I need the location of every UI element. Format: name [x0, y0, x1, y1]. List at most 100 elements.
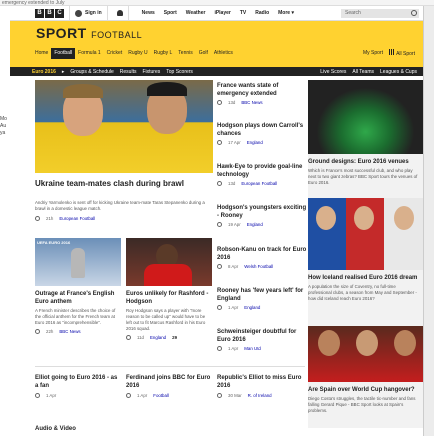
story-tag[interactable]: Welsh Football [244, 264, 273, 269]
lead-story-summary: Andriy Yarmolenko is sent off for kickin… [35, 200, 205, 211]
story-meta: 1 Apr Man Utd [217, 346, 307, 351]
story-title: France wants state of emergency extended [217, 83, 279, 97]
sport-nav-rugby-league[interactable]: Rugby L [151, 48, 176, 59]
global-nav-items: News Sport Weather iPlayer TV Radio More… [142, 10, 294, 16]
story-image-anthem[interactable]: UEFA EURO 2016 [35, 238, 121, 286]
story-image-iceland[interactable] [308, 198, 423, 270]
bbc-sport-page: B B C Sign in News Sport Weather iPlayer… [10, 6, 423, 436]
search-icon[interactable] [411, 9, 417, 16]
story-tag[interactable]: BBC News [241, 100, 262, 105]
section-euro-2016[interactable]: Euro 2016 [32, 69, 56, 75]
story-tag[interactable]: Football [153, 393, 169, 398]
sport-nav-cricket[interactable]: Cricket [104, 48, 126, 59]
story-tag[interactable]: European Football [59, 216, 95, 221]
lead-story-image[interactable] [35, 80, 213, 173]
sport-nav-home[interactable]: Home [32, 48, 51, 59]
sport-nav-athletics[interactable]: Athletics [211, 48, 236, 59]
clock-icon [217, 100, 222, 105]
nav-sport[interactable]: Sport [164, 10, 177, 16]
nav-weather[interactable]: Weather [186, 10, 206, 16]
live-scores-link[interactable]: Live Scores [320, 69, 346, 75]
story-tag[interactable]: BBC News [59, 329, 80, 334]
clock-icon [217, 305, 222, 310]
sport-header-right: My Sport All Sport [363, 49, 415, 57]
scrollbar[interactable] [423, 6, 434, 436]
sport-title-main: SPORT [36, 25, 87, 41]
sport-title-sub: FOOTBALL [91, 30, 143, 40]
comment-count[interactable]: 29 [172, 335, 177, 340]
nav-iplayer[interactable]: iPlayer [214, 10, 230, 16]
background-left-fragment: Mo Au ya [0, 116, 10, 137]
list-item[interactable]: Euros unlikely for Rashford - Hodgson Ro… [126, 290, 212, 340]
story-title: Hodgson plays down Carroll's chances [217, 123, 304, 137]
nav-tv[interactable]: TV [240, 10, 246, 16]
story-meta: 1 Apr Football [126, 393, 212, 398]
list-item[interactable]: France wants state of emergency extended… [217, 82, 307, 105]
sport-nav-golf[interactable]: Golf [196, 48, 211, 59]
list-item[interactable]: Hodgson plays down Carroll's chances 17 … [217, 122, 307, 145]
story-tag[interactable]: England [244, 305, 260, 310]
story-title: Hodgson's youngsters exciting - Rooney [217, 205, 307, 219]
story-tag[interactable]: England [150, 335, 166, 340]
bbc-logo[interactable]: B B C [35, 8, 64, 18]
list-item[interactable]: Schweinsteiger doubtful for Euro 2016 1 … [217, 328, 307, 351]
search-input[interactable]: Search [341, 8, 419, 18]
list-item[interactable]: How Iceland realised Euro 2016 dream A p… [308, 274, 420, 302]
signin-link[interactable]: Sign in [75, 9, 102, 17]
nav-news[interactable]: News [142, 10, 155, 16]
list-item[interactable]: Ferdinand joins BBC for Euro 2016 1 Apr F… [126, 374, 212, 398]
lead-story-meta: 21h European Football [35, 216, 95, 221]
logo-letter: C [55, 8, 64, 18]
story-meta: 13d BBC News [217, 100, 307, 105]
all-sport-link[interactable]: All Sport [388, 49, 415, 57]
list-item[interactable]: Ground designs: Euro 2016 venues Which i… [308, 158, 420, 186]
divider [69, 6, 70, 21]
list-item[interactable]: Republic's Elliot to miss Euro 2016 30 M… [217, 374, 305, 398]
list-item[interactable]: Robson-Kanu on track for Euro 2016 8 Apr… [217, 246, 307, 269]
list-item[interactable]: Elliot going to Euro 2016 - as a fan 1 A… [35, 374, 121, 398]
story-title: Robson-Kanu on track for Euro 2016 [217, 247, 307, 261]
my-sport-link[interactable]: My Sport [363, 50, 383, 56]
bell-icon[interactable] [116, 10, 123, 16]
story-time: 21h [46, 216, 54, 221]
section-link-fixtures[interactable]: Fixtures [142, 69, 160, 75]
list-item[interactable]: Rooney has 'few years left' for England … [217, 287, 307, 310]
lead-story-title[interactable]: Ukraine team-mates clash during brawl [35, 179, 215, 189]
story-tag[interactable]: England [247, 140, 263, 145]
story-tag[interactable]: Man Utd [244, 346, 261, 351]
sport-title[interactable]: SPORT FOOTBALL [36, 25, 142, 41]
section-link-results[interactable]: Results [120, 69, 137, 75]
list-item[interactable]: Outrage at France's English Euro anthem … [35, 290, 121, 334]
story-image-rashford[interactable] [126, 238, 212, 286]
story-tag[interactable]: R. of Ireland [248, 393, 272, 398]
story-tag[interactable]: England [247, 222, 263, 227]
sport-nav-tennis[interactable]: Tennis [175, 48, 195, 59]
story-meta: 11d England 29 [126, 335, 212, 340]
story-meta: 13d European Football [217, 181, 307, 186]
story-tag[interactable]: European Football [241, 181, 277, 186]
nav-radio[interactable]: Radio [255, 10, 269, 16]
story-image-stadium[interactable] [308, 80, 423, 154]
story-image-spain[interactable] [308, 326, 423, 382]
leagues-cups-link[interactable]: Leagues & Cups [380, 69, 417, 75]
sport-nav-rugby-union[interactable]: Rugby U [125, 48, 150, 59]
story-title: Are Spain over World Cup hangover? [308, 387, 415, 393]
section-link-top-scorers[interactable]: Top Scorers [166, 69, 193, 75]
global-nav: B B C Sign in News Sport Weather iPlayer… [10, 6, 423, 21]
list-item[interactable]: Hawk-Eye to provide goal-line technology… [217, 163, 307, 186]
story-time: 1 Apr [137, 393, 148, 398]
player-shape [394, 206, 414, 230]
nav-more[interactable]: More ▾ [278, 10, 294, 16]
story-summary: Diego Costa's struggles, the tactile tic… [308, 396, 416, 413]
sport-nav-formula1[interactable]: Formula 1 [75, 48, 104, 59]
story-meta: 1 Apr England [217, 305, 307, 310]
right-column: Ground designs: Euro 2016 venues Which i… [308, 80, 423, 428]
all-teams-link[interactable]: All Teams [352, 69, 374, 75]
list-item[interactable]: Hodgson's youngsters exciting - Rooney 1… [217, 204, 307, 227]
clock-icon [217, 264, 222, 269]
story-title: Elliot going to Euro 2016 - as a fan [35, 375, 118, 389]
sport-nav-football[interactable]: Football [51, 48, 76, 59]
list-item[interactable]: Are Spain over World Cup hangover? Diego… [308, 386, 420, 414]
section-link-groups[interactable]: Groups & Schedule [70, 69, 113, 75]
story-time: 13d [228, 181, 236, 186]
